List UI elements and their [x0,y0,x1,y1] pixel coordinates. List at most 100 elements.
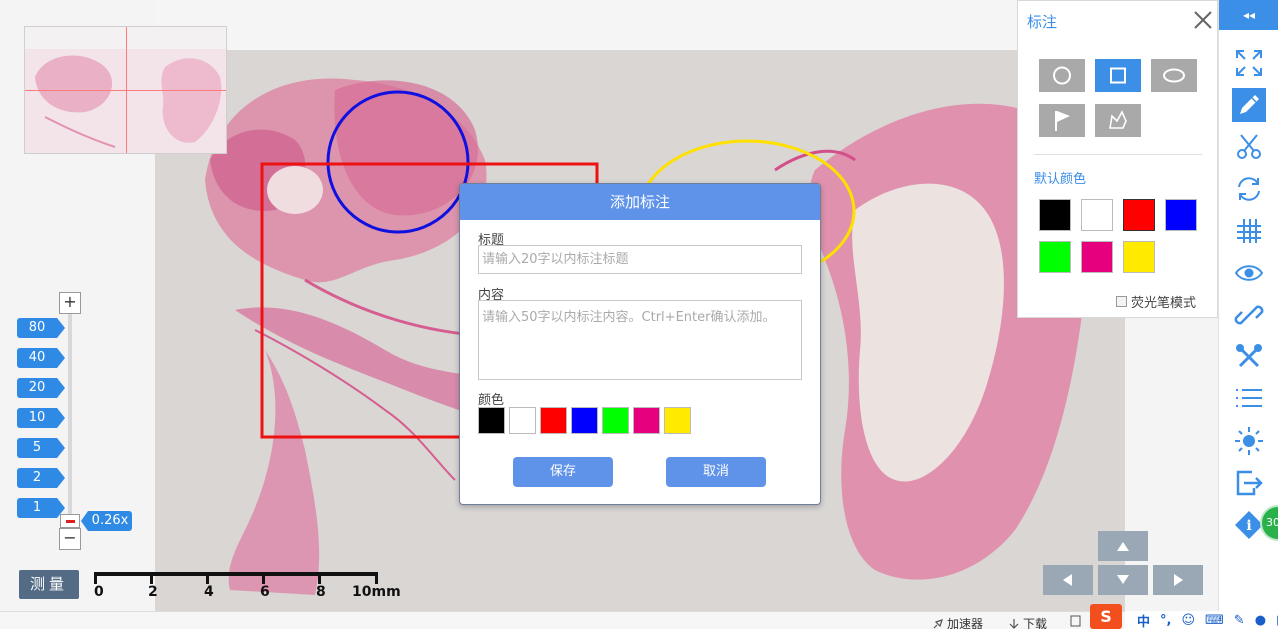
highlighter-label: 荧光笔模式 [1131,296,1197,311]
slide-top-margin [155,0,1018,50]
pan-up-button[interactable] [1098,531,1148,561]
brightness-icon[interactable] [1232,424,1266,458]
mic-icon[interactable]: ● [1255,613,1266,628]
right-toolbar: ◂◂ i 30 [1218,0,1278,611]
scale-tick [94,572,97,584]
shape-polygon-button[interactable] [1095,104,1141,137]
highlighter-checkbox[interactable] [1116,296,1127,307]
scale-bar-line [94,572,378,576]
zoom-out-button[interactable]: − [59,528,81,550]
scale-bar: 0 2 4 6 8 10mm [94,572,401,602]
fullscreen-icon[interactable] [1232,46,1266,80]
arrow-right-icon [1174,574,1183,586]
scale-label: 4 [204,584,214,600]
highlighter-mode-toggle[interactable]: 荧光笔模式 [1116,292,1196,311]
annotation-content-input[interactable] [478,300,802,380]
scale-tick [206,572,209,584]
panel-color-swatch[interactable] [1165,199,1197,231]
arrow-up-icon [1117,542,1129,551]
pencil-icon[interactable] [1232,88,1266,122]
zoom-level-2[interactable]: 2 [17,468,65,488]
pan-down-button[interactable] [1098,565,1148,595]
panel-color-swatch[interactable] [1039,199,1071,231]
tools-icon[interactable] [1232,340,1266,374]
punctuation-icon[interactable]: °, [1160,613,1171,628]
pan-right-button[interactable] [1153,565,1203,595]
scale-label: 8 [316,584,326,600]
dialog-color-swatch[interactable] [540,407,567,434]
square-icon [1110,67,1126,84]
zoom-current-value: 0.26x [81,511,132,531]
dialog-color-swatch[interactable] [478,407,505,434]
cancel-button[interactable]: 取消 [666,457,766,487]
dialog-color-swatch[interactable] [571,407,598,434]
annotation-panel: 标注 默认颜色 荧光笔模式 [1017,0,1218,318]
shape-flag-button[interactable] [1039,104,1085,137]
pen-icon[interactable]: ✎ [1234,613,1245,628]
list-icon[interactable] [1232,382,1266,416]
scale-tick [262,572,265,584]
dialog-color-swatch[interactable] [602,407,629,434]
dialog-color-swatch[interactable] [509,407,536,434]
pan-left-button[interactable] [1043,565,1093,595]
panel-color-swatch[interactable] [1081,199,1113,231]
scale-label: 10mm [352,584,401,600]
zoom-level-80[interactable]: 80 [17,318,65,338]
zoom-slider-track[interactable] [68,310,72,532]
dialog-color-swatch[interactable] [633,407,660,434]
zoom-level-40[interactable]: 40 [17,348,65,368]
shape-circle-button[interactable] [1039,59,1085,92]
download-label: 下载 [1023,617,1048,629]
dialog-color-swatch[interactable] [664,407,691,434]
accelerator-button[interactable]: 加速器 [932,615,983,629]
flag-icon [1055,111,1070,131]
panel-color-swatch[interactable] [1123,241,1155,273]
collapse-toolbar-button[interactable]: ◂◂ [1219,0,1278,30]
download-button[interactable]: 下载 [1008,615,1047,629]
grid-icon[interactable] [1232,214,1266,248]
rotate-icon[interactable] [1232,172,1266,206]
panel-color-swatch[interactable] [1081,241,1113,273]
eye-icon[interactable] [1232,256,1266,290]
shape-rectangle-button[interactable] [1095,59,1141,92]
arrow-down-icon [1117,575,1129,584]
scissors-icon[interactable] [1232,130,1266,164]
ime-logo[interactable]: S [1090,604,1122,629]
ellipse-icon [1163,68,1185,83]
accelerator-label: 加速器 [947,617,984,629]
link-icon[interactable] [1232,298,1266,332]
save-button[interactable]: 保存 [513,457,613,487]
emoji-icon[interactable]: ☺ [1181,613,1195,628]
panel-color-swatch[interactable] [1039,241,1071,273]
annotation-title-input[interactable] [478,245,802,274]
ime-mode[interactable]: 中 [1137,611,1150,629]
rocket-icon [933,618,943,628]
scale-tick [375,572,378,584]
measure-button[interactable]: 测量 [19,570,79,599]
scale-label: 6 [260,584,270,600]
default-color-label: 默认颜色 [1034,172,1087,187]
download-icon [1009,618,1019,629]
ime-toolbar: 中 °, ☺ ⌨ ✎ ● ▦ [1125,611,1278,629]
zoom-level-1[interactable]: 1 [17,498,65,518]
annotation-panel-title: 标注 [1027,13,1058,31]
close-icon[interactable] [1192,9,1214,31]
add-annotation-dialog: 添加标注 标题 内容 颜色 保存 取消 [459,183,821,505]
color-field-label: 颜色 [478,393,505,408]
panel-divider [1034,154,1202,155]
slide-thumbnail[interactable] [24,26,227,154]
keyboard-icon[interactable]: ⌨ [1205,613,1224,628]
svg-text:i: i [1246,518,1251,534]
zoom-in-button[interactable]: + [59,292,81,314]
scale-tick [318,572,321,584]
zoom-level-20[interactable]: 20 [17,378,65,398]
shape-ellipse-button[interactable] [1151,59,1197,92]
dialog-title: 添加标注 [460,184,820,220]
zoom-level-10[interactable]: 10 [17,408,65,428]
arrow-left-icon [1063,574,1072,586]
panel-color-swatch[interactable] [1123,199,1155,231]
page-icon[interactable] [1070,615,1082,627]
zoom-level-5[interactable]: 5 [17,438,65,458]
export-icon[interactable] [1232,466,1266,500]
scale-label: 0 [94,584,104,600]
